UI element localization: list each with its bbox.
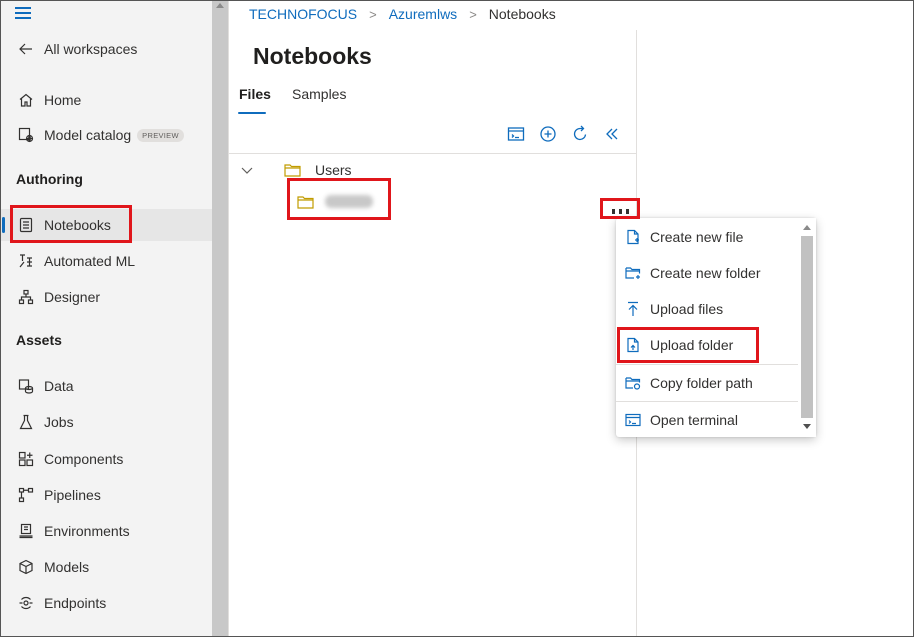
menu-item-upload-files[interactable]: Upload files — [616, 291, 798, 327]
copy-folder-path-icon — [624, 374, 642, 392]
scroll-up-arrow-icon[interactable] — [216, 3, 224, 8]
page-title: Notebooks — [253, 43, 372, 69]
left-nav: All workspaces Home Model catalog PREVIE… — [0, 0, 212, 637]
components-icon — [17, 450, 35, 468]
sidebar-item-label: Home — [44, 92, 82, 108]
all-workspaces-link[interactable]: All workspaces — [0, 33, 212, 65]
all-workspaces-label: All workspaces — [44, 41, 138, 57]
tree-folder-user-redacted[interactable] — [325, 195, 373, 208]
sidebar-item-components[interactable]: Components — [0, 443, 212, 475]
context-menu: Create new file Create new folder Upload… — [616, 218, 816, 437]
designer-icon — [17, 288, 35, 306]
tree-folder-users[interactable]: Users — [315, 162, 352, 178]
cube-icon — [17, 558, 35, 576]
sidebar-item-label: Environments — [44, 523, 130, 539]
menu-item-label: Open terminal — [650, 412, 738, 428]
model-catalog-icon — [17, 126, 35, 144]
chevron-down-icon[interactable] — [240, 163, 254, 180]
scroll-up-arrow-icon[interactable] — [803, 225, 811, 230]
environments-icon — [17, 522, 35, 540]
flask-icon — [17, 413, 35, 431]
menu-item-label: Upload files — [650, 301, 724, 317]
tree-divider — [229, 153, 636, 154]
menu-item-label: Upload folder — [650, 337, 734, 353]
hamburger-menu-icon[interactable] — [15, 7, 31, 22]
context-menu-scrollbar[interactable] — [798, 218, 816, 437]
menu-item-label: Copy folder path — [650, 375, 753, 391]
breadcrumb-project-link[interactable]: Azuremlws — [389, 6, 457, 22]
endpoints-icon — [17, 594, 35, 612]
sidebar-item-pipelines[interactable]: Pipelines — [0, 479, 212, 511]
tab-samples[interactable]: Samples — [292, 86, 346, 102]
collapse-panel-icon[interactable] — [601, 123, 623, 145]
tab-active-indicator — [238, 112, 266, 114]
sidebar-item-models[interactable]: Models — [0, 551, 212, 583]
sidebar-item-designer[interactable]: Designer — [0, 281, 212, 313]
sidebar-item-model-catalog[interactable]: Model catalog PREVIEW — [0, 119, 212, 151]
pipelines-icon — [17, 486, 35, 504]
section-heading-authoring: Authoring — [16, 171, 83, 187]
folder-icon — [284, 162, 302, 178]
sidebar-item-environments[interactable]: Environments — [0, 515, 212, 547]
menu-item-create-new-file[interactable]: Create new file — [616, 219, 798, 255]
upload-icon — [624, 300, 642, 318]
sidebar-item-label: Endpoints — [44, 595, 107, 611]
sidebar-item-home[interactable]: Home — [0, 84, 212, 116]
add-icon[interactable] — [537, 123, 559, 145]
breadcrumb-workspace-link[interactable]: TECHNOFOCUS — [249, 6, 357, 22]
sidebar-item-automated-ml[interactable]: Automated ML — [0, 245, 212, 277]
menu-item-upload-folder[interactable]: Upload folder — [616, 327, 798, 363]
refresh-icon[interactable] — [569, 123, 591, 145]
chevron-right-icon: > — [469, 6, 477, 22]
sidebar-divider — [228, 0, 229, 637]
menu-item-label: Create new folder — [650, 265, 761, 281]
notebook-icon — [17, 216, 35, 234]
automated-ml-icon — [17, 252, 35, 270]
breadcrumb: TECHNOFOCUS > Azuremlws > Notebooks — [249, 6, 556, 22]
sidebar-item-label: Automated ML — [44, 253, 136, 269]
scroll-down-arrow-icon[interactable] — [803, 424, 811, 429]
new-folder-icon — [624, 264, 642, 282]
folder-icon — [297, 194, 315, 210]
menu-item-create-new-folder[interactable]: Create new folder — [616, 255, 798, 291]
sidebar-item-label: Designer — [44, 289, 101, 305]
data-icon — [17, 377, 35, 395]
sidebar-scrollbar[interactable] — [212, 0, 228, 637]
sidebar-item-jobs[interactable]: Jobs — [0, 406, 212, 438]
sidebar-item-label: Jobs — [44, 414, 74, 430]
sidebar-item-label: Models — [44, 559, 90, 575]
terminal-icon[interactable] — [505, 123, 527, 145]
section-heading-assets: Assets — [16, 332, 62, 348]
scrollbar-thumb[interactable] — [801, 236, 813, 418]
menu-item-label: Create new file — [650, 229, 744, 245]
sidebar-item-notebooks[interactable]: Notebooks — [0, 209, 212, 241]
menu-item-open-terminal[interactable]: Open terminal — [616, 402, 798, 438]
chevron-right-icon: > — [369, 6, 377, 22]
tab-files[interactable]: Files — [239, 86, 271, 102]
arrow-left-icon — [17, 40, 35, 58]
sidebar-item-label: Components — [44, 451, 124, 467]
more-options-icon[interactable] — [604, 200, 636, 218]
sidebar-item-label: Data — [44, 378, 74, 394]
upload-folder-icon — [624, 336, 642, 354]
terminal-icon — [624, 411, 642, 429]
sidebar-item-label: Model catalog — [44, 127, 132, 143]
preview-badge: PREVIEW — [137, 128, 184, 142]
sidebar-item-label: Pipelines — [44, 487, 101, 503]
sidebar-item-endpoints[interactable]: Endpoints — [0, 587, 212, 619]
home-icon — [17, 91, 35, 109]
new-file-icon — [624, 228, 642, 246]
breadcrumb-current: Notebooks — [488, 6, 556, 22]
menu-item-copy-folder-path[interactable]: Copy folder path — [616, 365, 798, 401]
sidebar-item-label: Notebooks — [44, 217, 111, 233]
sidebar-item-data[interactable]: Data — [0, 370, 212, 402]
